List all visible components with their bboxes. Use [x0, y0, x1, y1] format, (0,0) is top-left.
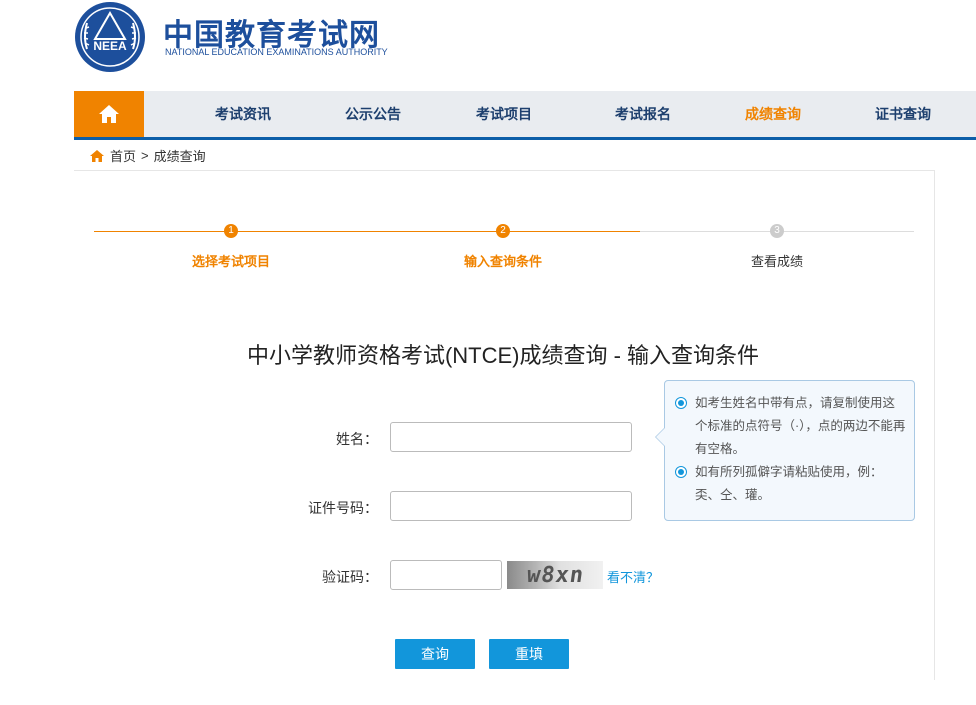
nav-home-button[interactable]	[74, 91, 144, 137]
radio-dot-icon	[675, 397, 687, 409]
main-nav: 考试资讯 公示公告 考试项目 考试报名 成绩查询 证书查询	[74, 91, 976, 140]
hint-arrow-fill	[656, 428, 665, 446]
home-icon	[89, 149, 105, 163]
captcha-label: 验证码：	[322, 569, 378, 585]
step-1-dot: 1	[224, 224, 238, 238]
step-3-label: 查看成绩	[750, 254, 804, 269]
radio-dot-icon	[675, 466, 687, 478]
nav-item-exam-news[interactable]: 考试资讯	[215, 91, 271, 137]
neea-logo: NEEA	[75, 2, 145, 72]
reset-button[interactable]: 重填	[489, 639, 569, 669]
hint-item: 如考生姓名中带有点，请复制使用这个标准的点符号（·），点的两边不能再有空格。	[675, 392, 906, 461]
captcha-input[interactable]	[390, 560, 502, 590]
breadcrumb-current: 成绩查询	[153, 149, 206, 164]
home-icon	[99, 105, 119, 123]
captcha-text: w8xn	[524, 562, 586, 588]
breadcrumb-home-link[interactable]: 首页	[110, 146, 136, 165]
breadcrumb-divider	[74, 170, 935, 171]
step-3-dot: 3	[770, 224, 784, 238]
nav-item-score-query[interactable]: 成绩查询	[745, 91, 801, 137]
nav-item-announcements[interactable]: 公示公告	[345, 91, 401, 137]
name-label: 姓名：	[336, 431, 378, 447]
hint-text-dot-symbol: 如考生姓名中带有点，请复制使用这个标准的点符号（·），点的两边不能再有空格。	[695, 396, 906, 456]
content-right-border	[934, 170, 935, 680]
breadcrumb: 首页 > 成绩查询	[89, 146, 206, 165]
hint-box: 如考生姓名中带有点，请复制使用这个标准的点符号（·），点的两边不能再有空格。 如…	[655, 380, 915, 521]
hint-text-rare-characters: 如有所列孤僻字请粘贴使用，例：奀、仝、瓘。	[695, 465, 883, 502]
nav-item-registration[interactable]: 考试报名	[615, 91, 671, 137]
step-1-label: 选择考试项目	[191, 254, 271, 269]
name-input[interactable]	[390, 422, 632, 452]
nav-item-certificate-query[interactable]: 证书查询	[875, 91, 931, 137]
logo-text: NEEA	[93, 39, 127, 53]
hint-item: 如有所列孤僻字请粘贴使用，例：奀、仝、瓘。	[675, 461, 906, 507]
id-number-label: 证件号码：	[308, 500, 378, 516]
nav-item-exam-projects[interactable]: 考试项目	[476, 91, 532, 137]
captcha-image[interactable]: w8xn	[507, 561, 603, 589]
step-progress-line	[94, 231, 640, 232]
step-2-label: 输入查询条件	[463, 254, 543, 269]
site-subtitle: NATIONAL EDUCATION EXAMINATIONS AUTHORIT…	[165, 47, 388, 57]
page-title: 中小学教师资格考试(NTCE)成绩查询 - 输入查询条件	[246, 343, 760, 368]
query-button[interactable]: 查询	[395, 639, 475, 669]
step-2-dot: 2	[496, 224, 510, 238]
breadcrumb-separator: >	[141, 148, 149, 163]
captcha-refresh-link[interactable]: 看不清？	[607, 567, 659, 586]
id-number-input[interactable]	[390, 491, 632, 521]
